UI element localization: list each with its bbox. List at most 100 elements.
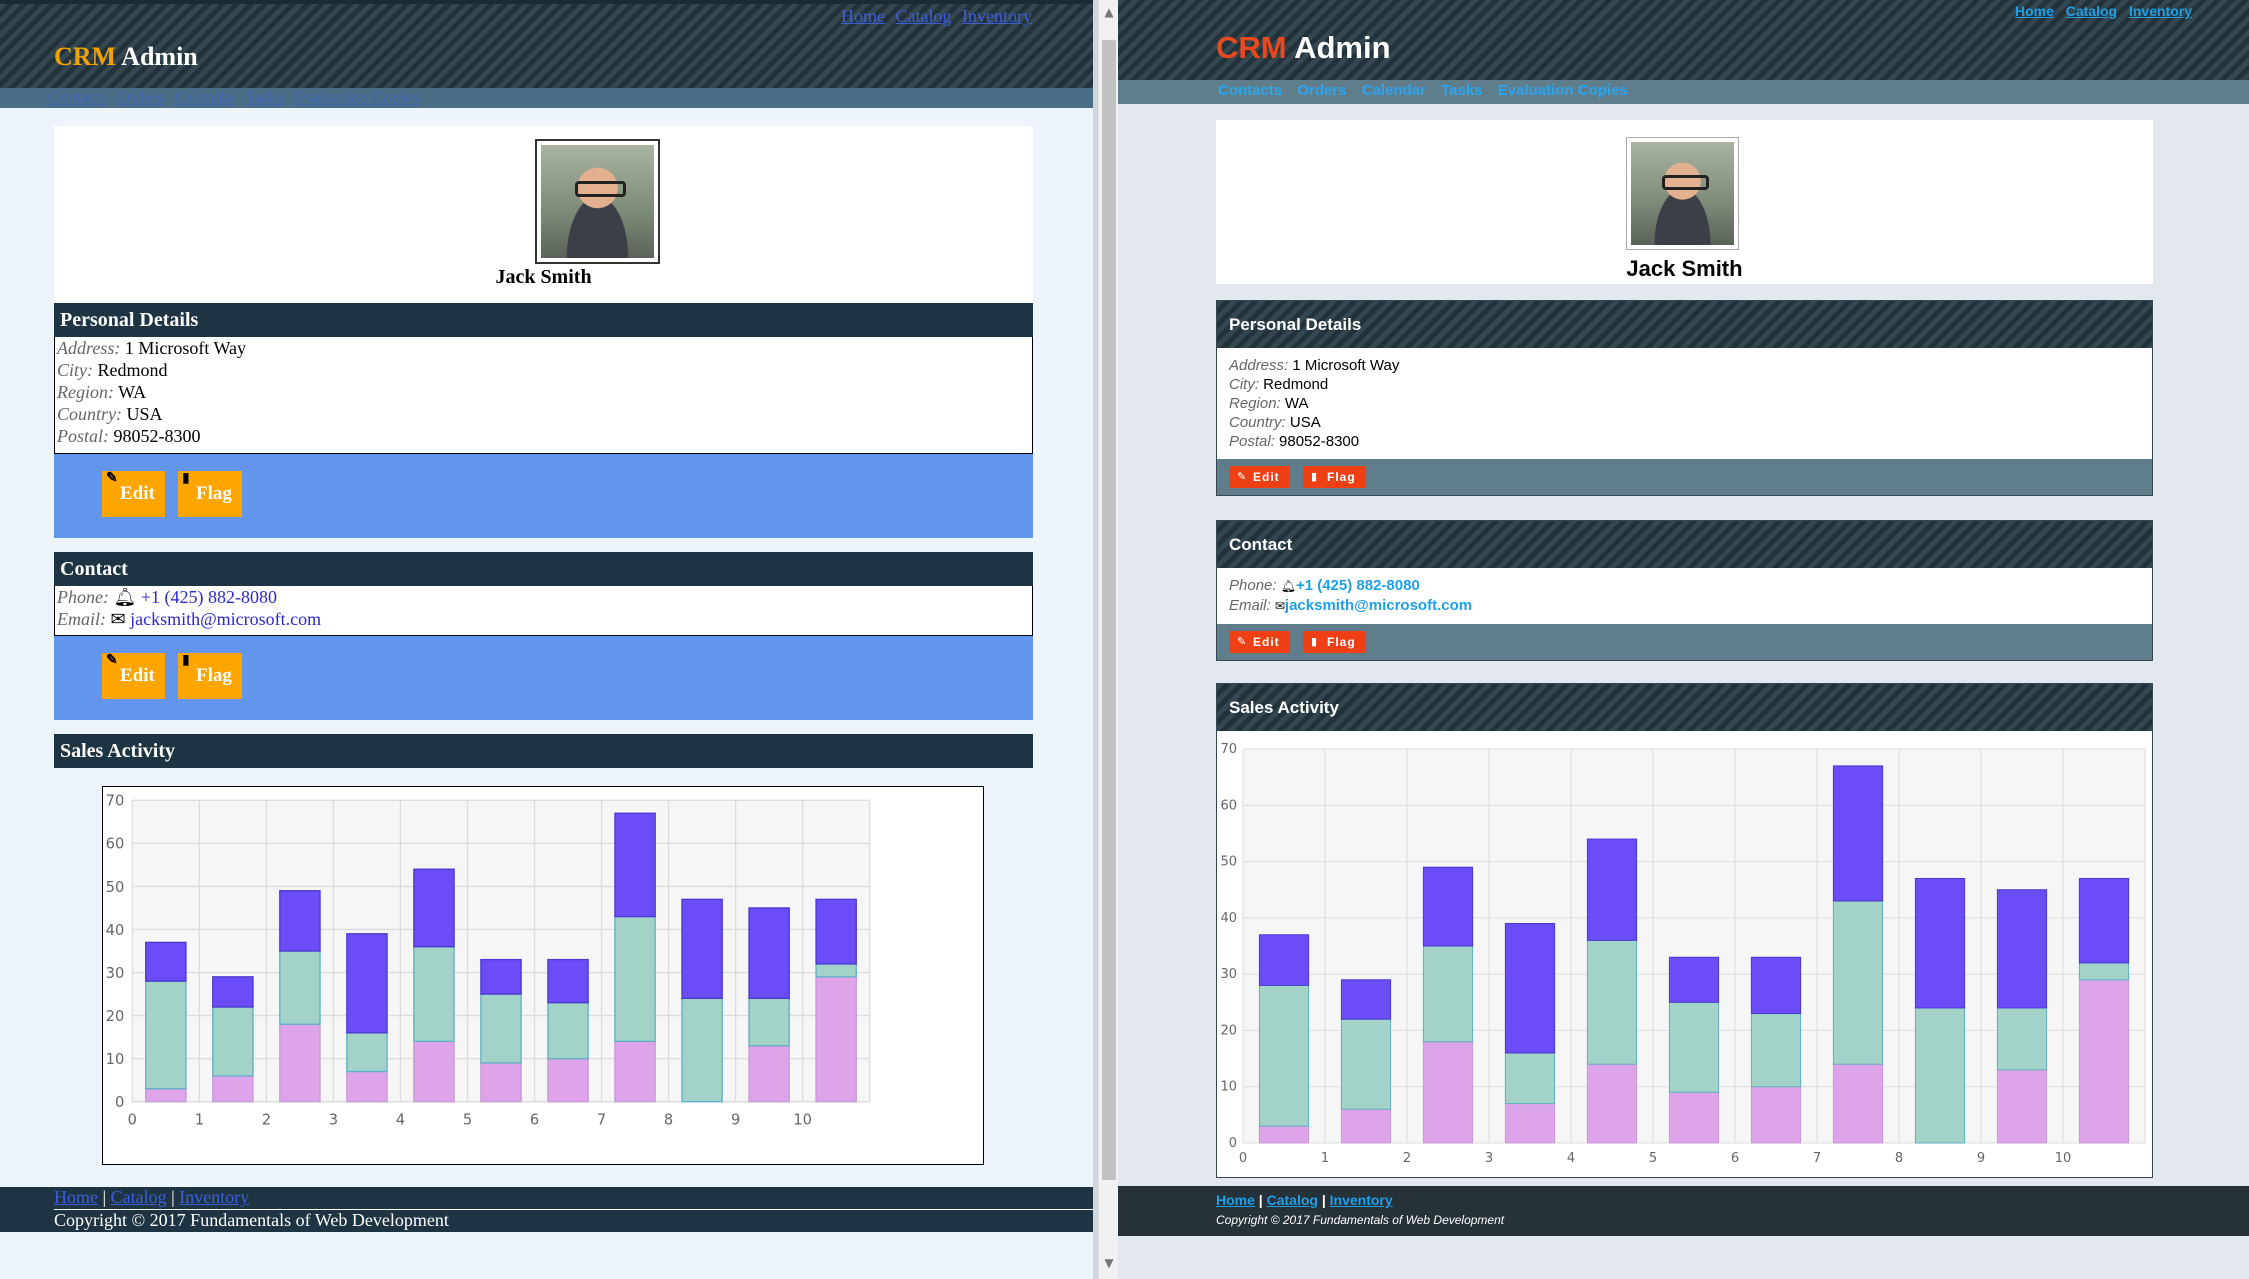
left-nav-calendar[interactable]: Calendar xyxy=(174,88,235,107)
y-tick-label: 20 xyxy=(1220,1023,1237,1038)
right-profile-card: Jack Smith xyxy=(1216,120,2153,284)
bar-segment xyxy=(480,1062,522,1103)
bar-segment xyxy=(748,1045,790,1103)
x-tick-label: 0 xyxy=(1239,1151,1247,1166)
scroll-up-arrow-icon[interactable]: ▲ xyxy=(1099,2,1119,22)
footer-link-home[interactable]: Home xyxy=(1216,1192,1255,1208)
bar-segment xyxy=(1586,838,1638,941)
left-nav-tasks[interactable]: Tasks xyxy=(246,88,284,107)
contact-body: Phone: 🔔︎ +1 (425) 882-8080 Email: ✉ jac… xyxy=(54,586,1033,636)
bookmark-icon: ▮ xyxy=(182,471,190,486)
x-tick-label: 4 xyxy=(396,1111,405,1128)
city-label: City: xyxy=(1229,376,1259,393)
right-nav-contacts[interactable]: Contacts xyxy=(1218,82,1282,99)
bar-segment xyxy=(815,898,857,965)
right-nav-tasks[interactable]: Tasks xyxy=(1441,82,1482,99)
phone-label: Phone: xyxy=(57,587,109,607)
y-tick-label: 40 xyxy=(106,922,125,939)
right-brand-logo[interactable]: CRM Admin xyxy=(1216,30,1391,66)
footer-link-home[interactable]: Home xyxy=(54,1187,98,1207)
x-tick-label: 8 xyxy=(664,1111,673,1128)
bar-segment xyxy=(1832,765,1884,902)
y-tick-label: 50 xyxy=(1220,855,1237,870)
bar-segment xyxy=(547,1057,589,1103)
country-value: USA xyxy=(126,404,163,424)
flag-button[interactable]: ▮ Flag xyxy=(1303,631,1366,653)
bar-segment xyxy=(614,1040,656,1103)
scroll-thumb[interactable] xyxy=(1102,40,1116,1180)
bar-segment xyxy=(346,933,388,1034)
left-nav-contacts[interactable]: Contacts xyxy=(48,88,108,107)
edit-button[interactable]: ✎ Edit xyxy=(1229,466,1290,488)
left-top-link-home[interactable]: Home xyxy=(841,6,885,26)
y-tick-label: 70 xyxy=(106,793,125,810)
flag-label: Flag xyxy=(196,665,232,686)
pencil-icon: ✎ xyxy=(106,653,118,668)
bar-segment xyxy=(1586,1063,1638,1144)
right-nav-evaluation-copies[interactable]: Evaluation Copies xyxy=(1498,82,1628,99)
flag-label: Flag xyxy=(1327,470,1356,484)
y-tick-label: 10 xyxy=(106,1051,125,1068)
bar-segment xyxy=(1914,877,1966,1009)
right-top-link-catalog[interactable]: Catalog xyxy=(2066,3,2117,19)
bar-segment xyxy=(279,1023,321,1103)
edit-button[interactable]: ✎ Edit xyxy=(102,471,165,517)
right-nav-calendar[interactable]: Calendar xyxy=(1362,82,1426,99)
x-tick-label: 1 xyxy=(195,1111,204,1128)
personal-details-body: Address: 1 Microsoft Way City: Redmond R… xyxy=(54,337,1033,454)
email-link[interactable]: jacksmith@microsoft.com xyxy=(130,609,321,629)
left-sales-section: Sales Activity xyxy=(54,734,1033,768)
x-tick-label: 5 xyxy=(1649,1151,1657,1166)
left-brand-logo[interactable]: CRM Admin xyxy=(54,42,198,72)
footer-separator: | xyxy=(1321,1192,1326,1208)
left-contact-section: Contact Phone: 🔔︎ +1 (425) 882-8080 Emai… xyxy=(54,552,1033,720)
left-nav-orders[interactable]: Orders xyxy=(118,88,164,107)
left-footer: Home | Catalog | Inventory Copyright © 2… xyxy=(0,1187,1093,1232)
bar-segment xyxy=(1914,1007,1966,1144)
left-nav-evaluation-copies[interactable]: Evaluation Copies xyxy=(294,88,419,107)
footer-link-inventory[interactable]: Inventory xyxy=(179,1187,249,1207)
left-top-link-inventory[interactable]: Inventory xyxy=(962,6,1032,26)
y-tick-label: 60 xyxy=(106,836,125,853)
right-top-link-home[interactable]: Home xyxy=(2015,3,2054,19)
email-link[interactable]: jacksmith@microsoft.com xyxy=(1285,597,1472,614)
bar-segment xyxy=(748,997,790,1047)
bar-segment xyxy=(1996,1069,2048,1144)
profile-name: Jack Smith xyxy=(495,266,592,288)
edit-button[interactable]: ✎ Edit xyxy=(1229,631,1290,653)
phone-link[interactable]: +1 (425) 882-8080 xyxy=(141,587,277,607)
left-header: Home Catalog Inventory CRM Admin xyxy=(0,0,1093,88)
vertical-scrollbar[interactable]: ▲ ▼ xyxy=(1098,0,1118,1279)
right-browser-pane: Home Catalog Inventory CRM Admin Contact… xyxy=(1118,0,2249,1279)
scroll-down-arrow-icon[interactable]: ▼ xyxy=(1099,1253,1119,1273)
flag-button[interactable]: ▮ Flag xyxy=(178,471,242,517)
left-top-link-catalog[interactable]: Catalog xyxy=(896,6,952,26)
footer-link-catalog[interactable]: Catalog xyxy=(111,1187,167,1207)
section-title: Contact xyxy=(1217,521,2152,568)
city-value: Redmond xyxy=(1263,376,1329,393)
left-top-links: Home Catalog Inventory xyxy=(835,6,1032,27)
right-top-links: Home Catalog Inventory xyxy=(2007,3,2192,19)
footer-links: Home | Catalog | Inventory xyxy=(54,1187,249,1208)
profile-photo xyxy=(535,139,660,264)
region-label: Region: xyxy=(1229,395,1281,412)
bookmark-icon: ▮ xyxy=(1311,636,1319,648)
section-title: Personal Details xyxy=(1217,301,2152,348)
address-label: Address: xyxy=(57,338,121,358)
bar-segment xyxy=(681,898,723,1000)
bar-segment xyxy=(279,890,321,952)
flag-button[interactable]: ▮ Flag xyxy=(1303,466,1366,488)
bar-segment xyxy=(1258,934,1310,986)
footer-link-inventory[interactable]: Inventory xyxy=(1330,1192,1393,1208)
right-top-link-inventory[interactable]: Inventory xyxy=(2129,3,2192,19)
edit-button[interactable]: ✎ Edit xyxy=(102,653,165,699)
bar-segment xyxy=(145,980,187,1090)
flag-button[interactable]: ▮ Flag xyxy=(178,653,242,699)
footer-link-catalog[interactable]: Catalog xyxy=(1267,1192,1318,1208)
sales-chart-svg: 0 10 20 30 40 50 60 70 0 1 2 3 4 5 6 7 8 9 10 xyxy=(106,793,871,1128)
right-contact-section: Contact Phone: 🔔︎+1 (425) 882-8080 Email… xyxy=(1216,520,2153,661)
right-nav-orders[interactable]: Orders xyxy=(1297,82,1346,99)
y-tick-label: 60 xyxy=(1220,798,1237,813)
bar-segment xyxy=(815,963,857,978)
phone-link[interactable]: +1 (425) 882-8080 xyxy=(1296,577,1420,594)
